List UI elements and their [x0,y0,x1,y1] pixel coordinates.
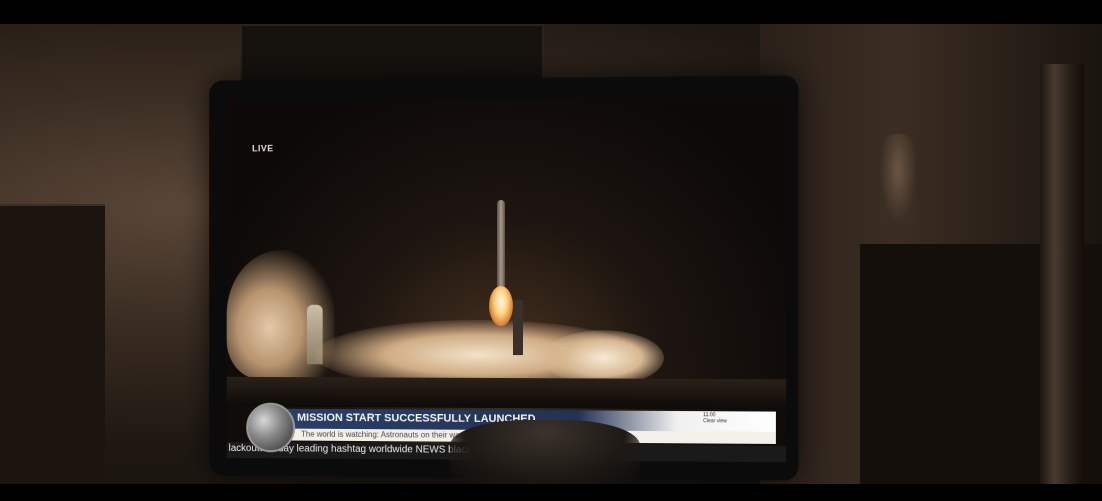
rocket [497,199,505,293]
rocket-exhaust-flame [489,285,513,327]
letterbox-top [0,0,1102,24]
ticker-clock: 11:00 Clear view [703,412,727,424]
globe-icon [246,402,296,453]
letterbox-bottom [0,484,1102,501]
tablet-screen: LIVE MISSION START SUCCESSFULLY LAUNCHED… [226,97,787,463]
video-frame: LIVE MISSION START SUCCESSFULLY LAUNCHED… [0,0,1102,501]
background-pipe [1040,64,1084,484]
launch-gantry [512,300,523,356]
live-indicator: LIVE [252,143,274,154]
clock-caption: Clear view [703,418,727,425]
foreground-object [450,420,640,484]
background-lamp [880,134,916,224]
background-chair [0,204,105,484]
tablet-device: LIVE MISSION START SUCCESSFULLY LAUNCHED… [209,75,799,481]
